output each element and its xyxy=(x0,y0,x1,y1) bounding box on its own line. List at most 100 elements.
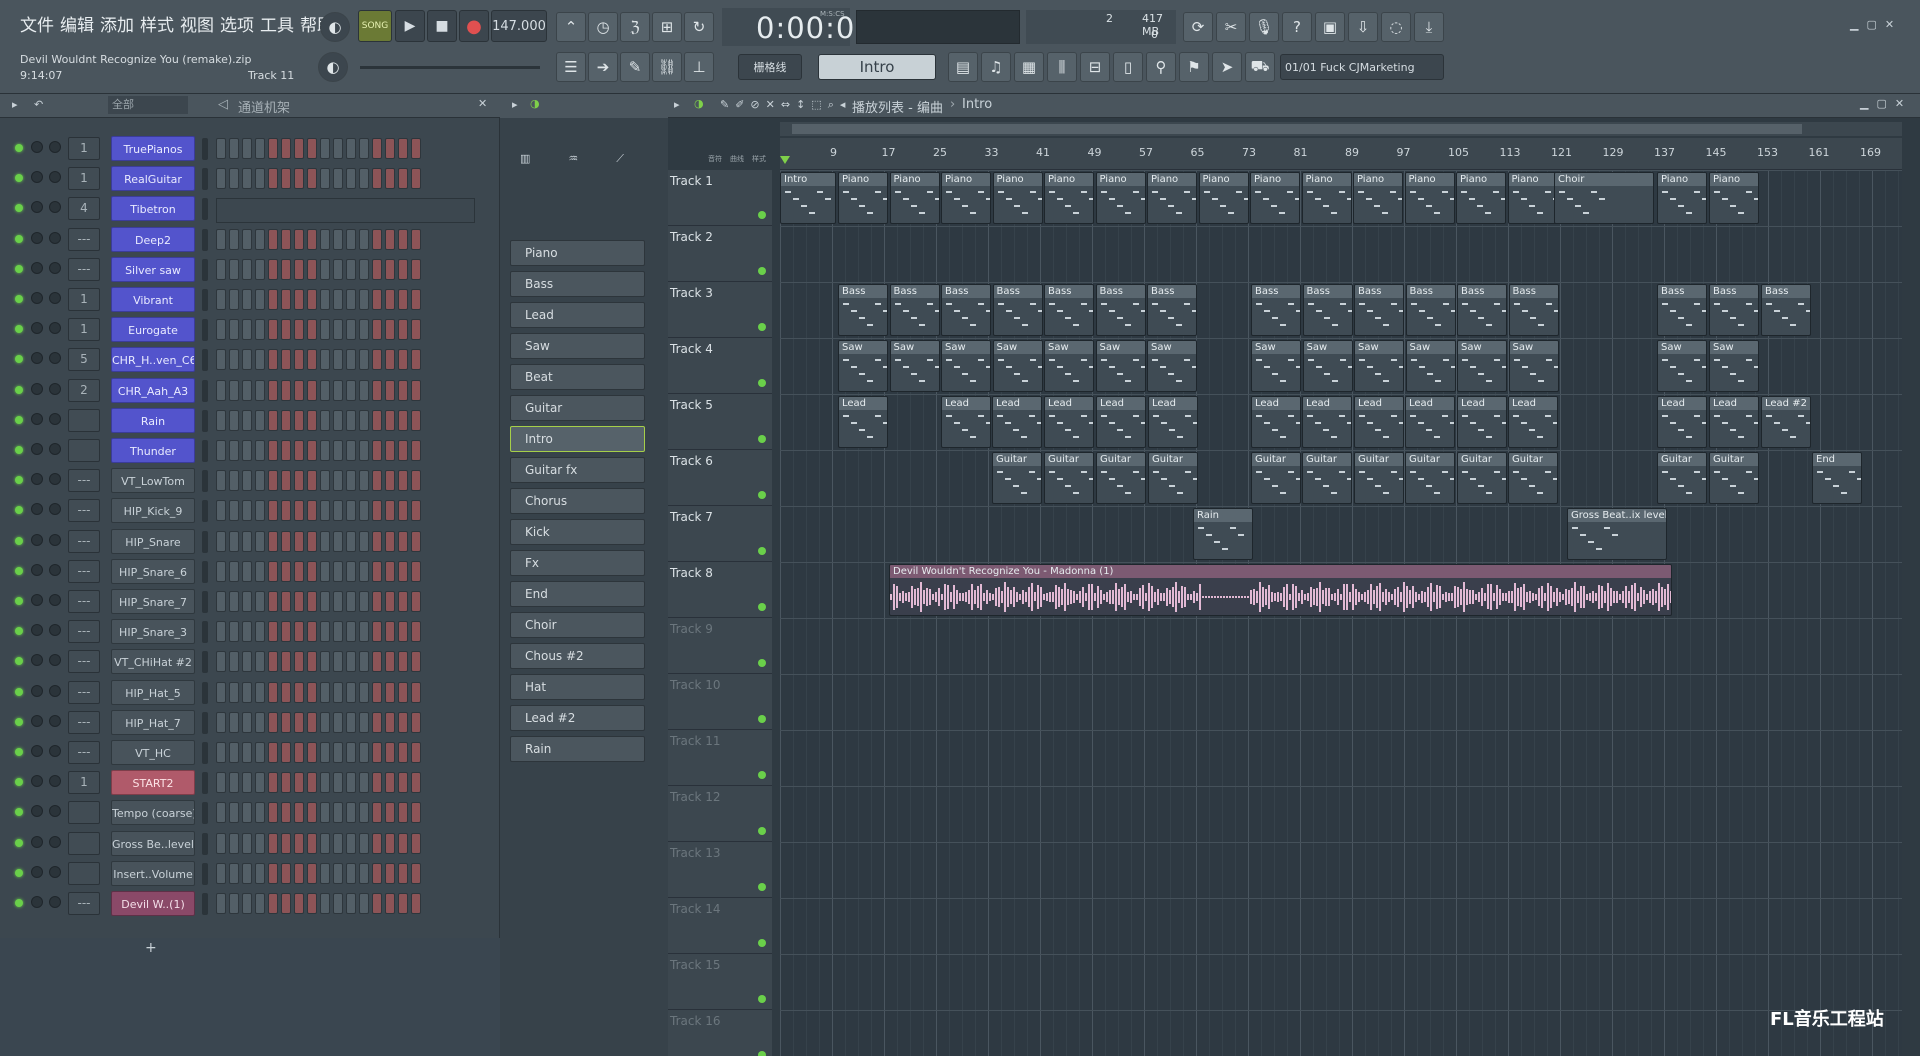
step-button[interactable] xyxy=(359,651,369,673)
step-button[interactable] xyxy=(333,138,343,159)
step-button[interactable] xyxy=(268,621,278,643)
track-active-dot[interactable] xyxy=(758,547,766,555)
channel-mute-led[interactable] xyxy=(15,566,23,575)
step-button[interactable] xyxy=(281,742,291,763)
step-button[interactable] xyxy=(411,621,421,643)
pattern-clip[interactable]: Rain xyxy=(1193,508,1253,560)
step-button[interactable] xyxy=(398,440,408,461)
channel-volume-knob[interactable] xyxy=(49,594,61,606)
channel-select[interactable] xyxy=(202,681,208,704)
step-button[interactable] xyxy=(229,651,239,673)
step-button[interactable] xyxy=(281,591,291,612)
channel-volume-knob[interactable] xyxy=(49,201,61,214)
overview-scrollbar[interactable] xyxy=(780,122,1902,136)
mixer-track-number[interactable]: --- xyxy=(68,257,100,281)
step-button[interactable] xyxy=(359,621,369,643)
channel-row[interactable]: --- Devil W..(1) xyxy=(7,889,495,919)
channel-mute-led[interactable] xyxy=(15,174,23,183)
pattern-selector[interactable]: Intro xyxy=(818,54,936,80)
step-button[interactable] xyxy=(268,802,278,824)
step-button[interactable] xyxy=(242,591,252,612)
step-button[interactable] xyxy=(281,772,291,794)
pattern-clip[interactable]: Guitar xyxy=(1457,452,1507,504)
audio-tab-icon[interactable]: ♒ xyxy=(568,152,578,166)
step-button[interactable] xyxy=(229,711,239,733)
step-button[interactable] xyxy=(346,440,356,461)
step-button[interactable] xyxy=(242,500,252,522)
step-button[interactable] xyxy=(372,530,382,552)
step-button[interactable] xyxy=(346,138,356,159)
step-button[interactable] xyxy=(359,440,369,461)
step-button[interactable] xyxy=(359,742,369,763)
step-button[interactable] xyxy=(398,651,408,673)
stamp-icon[interactable]: ⊥ xyxy=(684,52,714,82)
step-button[interactable] xyxy=(333,591,343,612)
pattern-clip[interactable]: Piano xyxy=(1456,172,1506,224)
channel-select[interactable] xyxy=(202,711,208,734)
picker-arrow-icon[interactable]: ▸ xyxy=(512,98,518,111)
step-button[interactable] xyxy=(385,470,395,492)
channel-mute-led[interactable] xyxy=(15,506,23,515)
pattern-clip[interactable]: Lead xyxy=(1508,396,1558,448)
step-button[interactable] xyxy=(281,711,291,733)
step-button[interactable] xyxy=(216,560,226,582)
step-button[interactable] xyxy=(255,711,265,733)
step-button[interactable] xyxy=(255,289,265,310)
mixer-track-number[interactable]: --- xyxy=(68,227,100,251)
channel-select[interactable] xyxy=(202,379,208,402)
channel-mute-led[interactable] xyxy=(15,868,23,877)
step-button[interactable] xyxy=(398,893,408,914)
step-button[interactable] xyxy=(268,289,278,310)
step-button[interactable] xyxy=(268,228,278,250)
pattern-clip[interactable]: Saw xyxy=(838,340,888,392)
pattern-clip[interactable]: Piano xyxy=(1147,172,1197,224)
step-button[interactable] xyxy=(385,802,395,824)
step-button[interactable] xyxy=(372,409,382,431)
tempo-tapper-icon[interactable]: ⚑ xyxy=(1179,52,1209,82)
step-button[interactable] xyxy=(411,560,421,582)
step-button[interactable] xyxy=(216,168,226,190)
step-button[interactable] xyxy=(359,560,369,582)
step-button[interactable] xyxy=(333,772,343,794)
step-button[interactable] xyxy=(385,591,395,612)
step-button[interactable] xyxy=(307,379,317,401)
step-button[interactable] xyxy=(294,289,304,310)
channel-row[interactable]: --- HIP_Kick_9 xyxy=(7,496,495,526)
channel-row[interactable]: 5 CHR_H..ven_C6 xyxy=(7,345,495,375)
step-button[interactable] xyxy=(229,138,239,159)
pattern-clip[interactable]: Piano xyxy=(1095,172,1146,224)
pattern-item[interactable]: End xyxy=(510,581,645,607)
pattern-clip[interactable]: Guitar xyxy=(1354,452,1404,504)
step-button[interactable] xyxy=(307,168,317,190)
channel-pan-knob[interactable] xyxy=(31,443,43,455)
step-button[interactable] xyxy=(294,802,304,824)
step-button[interactable] xyxy=(281,289,291,310)
step-button[interactable] xyxy=(411,349,421,371)
step-button[interactable] xyxy=(255,138,265,159)
step-button[interactable] xyxy=(346,258,356,280)
pattern-clip[interactable]: Saw xyxy=(1147,340,1197,392)
tempo-display[interactable]: 147.000 xyxy=(491,10,547,42)
menu-item-3[interactable]: 样式 xyxy=(137,8,177,44)
step-button[interactable] xyxy=(281,168,291,190)
step-button[interactable] xyxy=(242,560,252,582)
step-button[interactable] xyxy=(372,651,382,673)
step-button[interactable] xyxy=(320,530,330,552)
channel-select[interactable] xyxy=(202,440,208,462)
channel-name-button[interactable]: Thunder xyxy=(111,438,195,463)
channel-name-button[interactable]: START2 xyxy=(111,770,195,796)
step-button[interactable] xyxy=(346,349,356,371)
master-pitch-slider[interactable] xyxy=(360,66,540,69)
channel-name-button[interactable]: Gross Be..level xyxy=(111,830,195,856)
step-button[interactable] xyxy=(398,862,408,884)
step-button[interactable] xyxy=(281,138,291,159)
step-button[interactable] xyxy=(346,530,356,552)
pattern-clip[interactable]: Saw xyxy=(1508,340,1559,392)
browser-icon[interactable]: ⊟ xyxy=(1080,52,1110,82)
track-active-dot[interactable] xyxy=(758,491,766,499)
mixer-track-number[interactable]: 5 xyxy=(68,348,100,372)
channel-volume-knob[interactable] xyxy=(49,443,61,455)
step-button[interactable] xyxy=(255,802,265,824)
step-button[interactable] xyxy=(411,168,421,190)
channel-volume-knob[interactable] xyxy=(49,292,61,304)
